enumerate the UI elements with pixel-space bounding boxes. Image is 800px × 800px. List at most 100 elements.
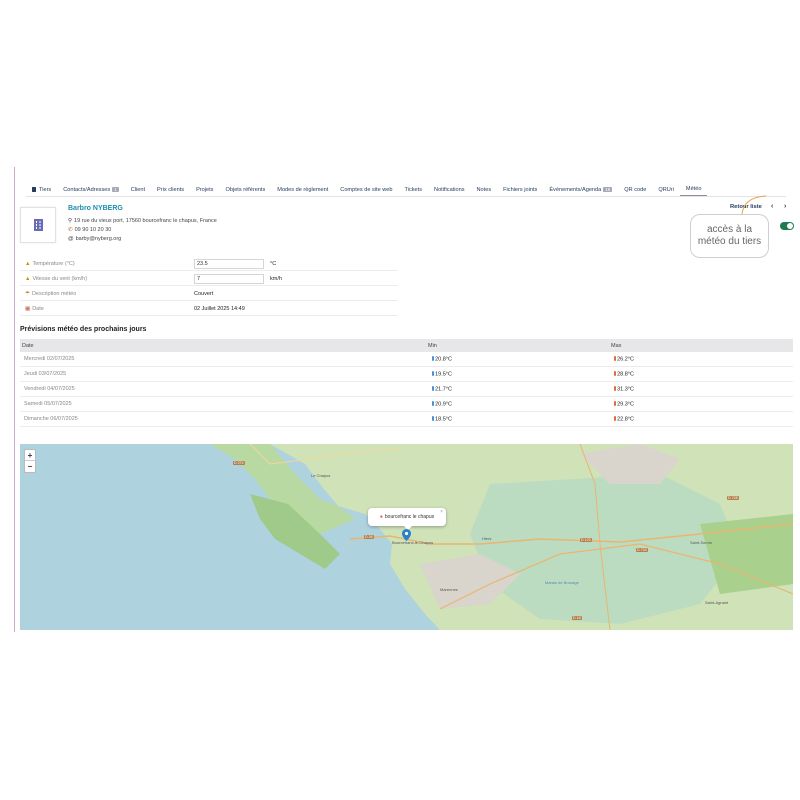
map-label: Le Chapus bbox=[311, 473, 331, 478]
temperature-unit: °C bbox=[270, 260, 277, 267]
row-min: 19.5°C bbox=[435, 371, 452, 378]
info-row-wind: ▲ Vitesse du vent (km/h) 7 km/h bbox=[20, 272, 398, 286]
thermometer-hot-icon bbox=[614, 416, 616, 421]
callout-pointer bbox=[741, 195, 767, 215]
weather-icon: ☂ bbox=[25, 290, 30, 297]
temperature-label: Température (°C) bbox=[32, 260, 75, 267]
tab-label: QR code bbox=[624, 186, 647, 193]
row-min: 18.5°C bbox=[435, 416, 452, 423]
tab-qruri[interactable]: QRUri bbox=[652, 184, 680, 196]
tab-label: Événements/Agenda bbox=[549, 186, 602, 193]
info-row-temperature: ▲ Température (°C) 23.5 °C bbox=[20, 257, 398, 271]
tab-label: QRUri bbox=[658, 186, 674, 193]
tab-qr-code[interactable]: QR code bbox=[618, 184, 652, 196]
tab-label: Contacts/Adresses bbox=[63, 186, 111, 193]
thermometer-hot-icon bbox=[614, 386, 616, 391]
row-max: 31.3°C bbox=[617, 386, 634, 393]
address-text: 19 rue du vieux port, 17560 bourcefranc … bbox=[74, 218, 217, 224]
map-label: Bourcefranc-le-Chapus bbox=[392, 540, 434, 545]
road-label: D 728 bbox=[727, 496, 739, 500]
tab-meteo[interactable]: Météo bbox=[679, 184, 708, 196]
phone-text[interactable]: 09 90 10 20 30 bbox=[75, 227, 112, 233]
tab-label: Objets référents bbox=[225, 186, 266, 193]
forecast-header: Date Min Max bbox=[20, 339, 793, 352]
row-date: Jeudi 03/07/2025 bbox=[24, 371, 67, 377]
row-max: 22.8°C bbox=[617, 416, 634, 423]
warning-icon: ▲ bbox=[25, 275, 31, 282]
next-arrow-icon[interactable]: › bbox=[784, 203, 786, 210]
header-max[interactable]: Max bbox=[611, 343, 621, 349]
info-row-date: ▦ Date 02 Juillet 2025 14:49 bbox=[20, 302, 398, 316]
tab-notes[interactable]: Notes bbox=[471, 184, 498, 196]
info-row-description: ☂ Description météo Couvert bbox=[20, 287, 398, 301]
table-row: Jeudi 03/07/2025 19.5°C 28.8°C bbox=[20, 367, 793, 382]
table-row: Mercredi 02/07/2025 20.8°C 26.2°C bbox=[20, 352, 793, 367]
at-icon: @ bbox=[68, 236, 74, 242]
map-label: Saint-Agnant bbox=[705, 600, 729, 605]
zoom-in-button[interactable]: + bbox=[25, 450, 35, 461]
thermometer-cold-icon bbox=[432, 356, 434, 361]
tab-projets[interactable]: Projets bbox=[190, 184, 219, 196]
row-min: 20.9°C bbox=[435, 401, 452, 408]
row-min: 21.7°C bbox=[435, 386, 452, 393]
road-label: D 733 bbox=[636, 548, 648, 552]
tab-label: Comptes de site web bbox=[340, 186, 393, 193]
thirdparty-name[interactable]: Barbro NYBERG bbox=[68, 205, 123, 212]
tab-evenements[interactable]: Événements/Agenda 16 bbox=[543, 184, 618, 196]
tab-label: Notes bbox=[476, 186, 492, 193]
tab-label: Notifications bbox=[434, 186, 465, 193]
tab-label: Météo bbox=[685, 186, 702, 192]
road-label: D 274 bbox=[233, 461, 245, 465]
thermometer-cold-icon bbox=[432, 401, 434, 406]
description-label: Description météo bbox=[31, 290, 77, 297]
callout-line-2: météo du tiers bbox=[697, 236, 762, 247]
wind-input[interactable]: 7 bbox=[194, 273, 264, 284]
zoom-control: + − bbox=[24, 449, 36, 473]
header-min[interactable]: Min bbox=[428, 343, 437, 349]
phone-icon: ✆ bbox=[68, 227, 73, 233]
meteo-toggle[interactable] bbox=[780, 222, 794, 230]
callout-line-1: accès à la bbox=[706, 224, 753, 235]
thermometer-cold-icon bbox=[432, 416, 434, 421]
popup-close-icon[interactable]: × bbox=[440, 509, 443, 515]
date-label: Date bbox=[32, 305, 44, 312]
wind-unit: km/h bbox=[270, 275, 282, 282]
tab-contacts[interactable]: Contacts/Adresses 1 bbox=[57, 184, 124, 196]
thermometer-hot-icon bbox=[614, 401, 616, 406]
zoom-out-button[interactable]: − bbox=[25, 461, 35, 472]
row-date: Samedi 05/07/2025 bbox=[24, 401, 72, 407]
prev-arrow-icon[interactable]: ‹ bbox=[771, 203, 773, 210]
table-row: Vendredi 04/07/2025 21.7°C 31.3°C bbox=[20, 382, 793, 397]
thermometer-hot-icon bbox=[614, 356, 616, 361]
tab-fichiers-joints[interactable]: Fichiers joints bbox=[497, 184, 543, 196]
thirdparty-logo bbox=[20, 207, 56, 243]
temperature-input[interactable]: 23.5 bbox=[194, 258, 264, 269]
count-badge: 16 bbox=[603, 187, 613, 192]
phone-line: ✆ 09 90 10 20 30 bbox=[68, 227, 111, 233]
email-text[interactable]: barby@nyberg.org bbox=[76, 236, 122, 242]
header-date[interactable]: Date bbox=[22, 343, 34, 349]
row-max: 29.3°C bbox=[617, 401, 634, 408]
count-badge: 1 bbox=[112, 187, 119, 192]
map-pin-icon: ● bbox=[379, 514, 383, 520]
tab-tickets[interactable]: Tickets bbox=[399, 184, 429, 196]
popup-text: bourcefranc le chapus bbox=[384, 514, 435, 520]
warning-icon: ▲ bbox=[25, 260, 31, 267]
tab-notifications[interactable]: Notifications bbox=[428, 184, 470, 196]
tab-label: Tiers bbox=[39, 186, 52, 193]
email-line: @ barby@nyberg.org bbox=[68, 236, 121, 242]
date-value: 02 Juillet 2025 14:49 bbox=[194, 305, 245, 312]
tab-prix-clients[interactable]: Prix clients bbox=[151, 184, 190, 196]
description-value: Couvert bbox=[194, 290, 214, 297]
road-label: D 123 bbox=[580, 538, 592, 542]
row-date: Vendredi 04/07/2025 bbox=[24, 386, 75, 392]
row-max: 26.2°C bbox=[617, 356, 634, 363]
tab-comptes-site-web[interactable]: Comptes de site web bbox=[334, 184, 398, 196]
tab-modes-reglement[interactable]: Modes de règlement bbox=[271, 184, 334, 196]
tab-client[interactable]: Client bbox=[125, 184, 151, 196]
tab-bar: Tiers Contacts/Adresses 1 Client Prix cli… bbox=[26, 183, 786, 197]
row-min: 20.8°C bbox=[435, 356, 452, 363]
tab-objets-referents[interactable]: Objets référents bbox=[219, 184, 271, 196]
tab-tiers[interactable]: Tiers bbox=[26, 184, 57, 196]
tab-label: Projets bbox=[196, 186, 214, 193]
